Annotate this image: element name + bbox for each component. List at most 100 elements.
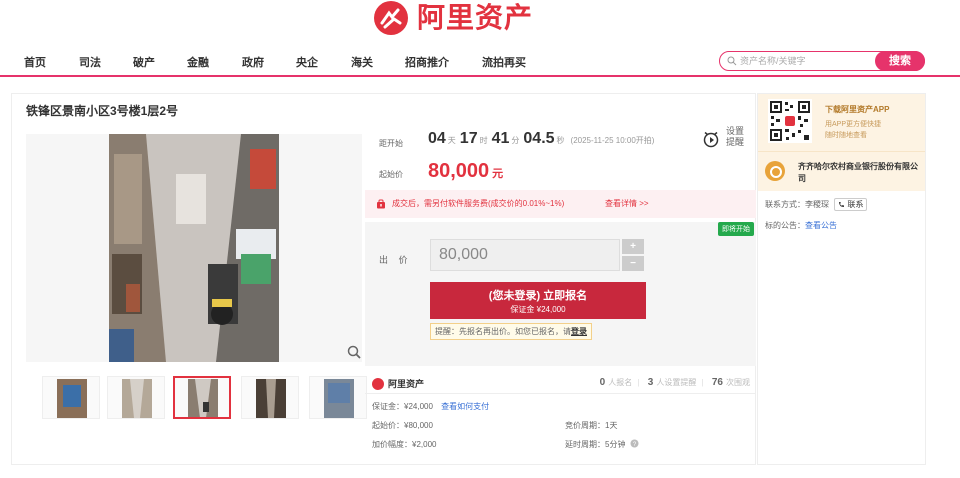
detail-bid-cycle: 竞价周期：1天 <box>565 421 618 430</box>
thumbnail[interactable] <box>107 376 165 419</box>
status-badge: 即将开始 <box>718 222 754 236</box>
nav-item-bankruptcy[interactable]: 破产 <box>133 54 155 70</box>
nav-item-judicial[interactable]: 司法 <box>79 54 101 70</box>
nav-item-customs[interactable]: 海关 <box>351 54 373 70</box>
nav-item-home[interactable]: 首页 <box>24 54 46 70</box>
signup-deposit-label: 保证金 ¥24,000 <box>510 305 566 314</box>
thumbnail[interactable] <box>42 376 100 419</box>
start-time-note: (2025-11-25 10:00开拍) <box>570 136 655 145</box>
brand-name: 阿里资产 <box>417 2 534 33</box>
app-download-promo[interactable]: 下载阿里资产APP 用APP更方便快捷 随时随地查看 <box>758 94 925 151</box>
stats: 0 人报名 | 3 人设置提醒 | 76 次围观 <box>599 377 750 388</box>
bid-amount-input[interactable] <box>430 239 620 271</box>
bid-stepper: + − <box>622 239 644 271</box>
start-price-label: 起始价 <box>379 170 403 179</box>
seller-name: 齐齐哈尔农村商业银行股份有限公司 <box>798 162 918 183</box>
search-input[interactable] <box>740 54 870 68</box>
announcement-label: 标的公告： <box>765 221 805 230</box>
bid-label: 出 价 <box>379 255 412 265</box>
ali-asset-logo-icon <box>374 1 408 35</box>
ali-asset-logo-icon <box>372 377 384 390</box>
view-count-label: 次围观 <box>726 378 750 387</box>
mini-brand: 阿里资产 <box>372 377 424 390</box>
signup-count: 0 <box>599 377 606 388</box>
detail-deposit: 保证金：¥24,000 查看如何支付 <box>372 401 489 412</box>
reminder-count: 3 <box>647 377 654 388</box>
start-price-value: 80,000 <box>428 160 490 182</box>
fee-notice-link[interactable]: 查看详情 >> <box>605 198 649 209</box>
contact-row: 联系方式：李稷琛 联系 <box>765 198 868 211</box>
seller-sidebar: 下载阿里资产APP 用APP更方便快捷 随时随地查看 齐齐哈尔农村商业银行股份有… <box>757 93 926 465</box>
thumbnail[interactable] <box>309 376 367 419</box>
zoom-icon[interactable] <box>347 345 361 359</box>
search-button[interactable]: 搜索 <box>875 51 925 71</box>
qr-code-icon <box>768 99 812 143</box>
detail-extend-cycle-text: 延时周期：5分钟 <box>565 440 626 449</box>
search-icon <box>727 56 737 66</box>
app-promo-line: 随时随地查看 <box>825 132 867 139</box>
alarm-clock-icon <box>703 131 719 148</box>
corridor-photo <box>26 134 362 362</box>
bid-area: 即将开始 出 价 + − (您未登录) 立即报名 保证金 ¥24,000 提醒：… <box>365 222 756 366</box>
set-reminder[interactable]: 设置提醒 <box>702 126 752 156</box>
auction-info: 距开始 04 天 17 时 41 分 04.5 秒 (2025-11-25 10… <box>365 112 756 449</box>
countdown-seconds-unit: 秒 <box>556 136 565 145</box>
listing-card: 铁锋区景南小区3号楼1层2号 距开始 04 天 17 时 41 分 04.5 秒… <box>11 93 756 465</box>
reminder-count-label: 人设置提醒 <box>656 378 697 387</box>
app-promo-subtitle: 用APP更方便快捷 随时随地查看 <box>825 119 881 141</box>
countdown: 04 天 17 时 41 分 04.5 秒 (2025-11-25 10:00开… <box>428 130 654 148</box>
view-announcement-link[interactable]: 查看公告 <box>805 221 837 230</box>
detail-increment: 加价幅度：¥2,000 <box>372 440 437 449</box>
contact-button[interactable]: 联系 <box>834 198 868 211</box>
countdown-hours-unit: 时 <box>479 136 488 145</box>
contact-label: 联系方式：李稷琛 <box>765 200 829 209</box>
start-price: 80,000 元 <box>428 160 503 183</box>
bid-increase-button[interactable]: + <box>622 239 644 254</box>
how-to-pay-link[interactable]: 查看如何支付 <box>441 402 489 411</box>
listing-title: 铁锋区景南小区3号楼1层2号 <box>26 104 179 118</box>
countdown-minutes: 41 <box>491 130 510 147</box>
view-count: 76 <box>711 377 723 388</box>
contact-button-label: 联系 <box>847 200 864 209</box>
set-reminder-label: 设置提醒 <box>726 126 745 147</box>
login-tip-text: 提醒：先报名再出价。如您已报名，请 <box>435 327 571 336</box>
signup-count-label: 人报名 <box>608 378 633 387</box>
fee-notice-text: 成交后，需另付软件服务费(成交价的0.01%~1%) <box>392 199 565 208</box>
countdown-seconds: 04.5 <box>523 130 555 147</box>
login-tip: 提醒：先报名再出价。如您已报名，请登录 <box>430 323 592 340</box>
announcement-row: 标的公告：查看公告 <box>765 220 837 231</box>
login-link[interactable]: 登录 <box>571 327 587 336</box>
nav-item-government[interactable]: 政府 <box>242 54 264 70</box>
mini-brand-name: 阿里资产 <box>388 379 425 389</box>
phone-icon <box>839 202 845 207</box>
detail-deposit-text: 保证金：¥24,000 <box>372 402 433 411</box>
app-promo-title: 下载阿里资产APP <box>825 105 890 114</box>
nav-item-relist[interactable]: 流拍再买 <box>482 54 526 70</box>
bid-decrease-button[interactable]: − <box>622 256 644 271</box>
fee-notice-bar: 成交后，需另付软件服务费(成交价的0.01%~1%) 查看详情 >> <box>365 190 756 218</box>
notice-bag-icon <box>377 199 385 209</box>
start-price-unit: 元 <box>492 168 504 180</box>
countdown-days: 04 <box>428 130 446 147</box>
main-photo[interactable] <box>26 134 362 362</box>
bank-logo-icon <box>765 161 785 181</box>
countdown-minutes-unit: 分 <box>511 136 520 145</box>
nav-item-finance[interactable]: 金融 <box>187 54 209 70</box>
seller-info[interactable]: 齐齐哈尔农村商业银行股份有限公司 <box>758 151 925 191</box>
stats-bar: 阿里资产 0 人报名 | 3 人设置提醒 | 76 次围观 <box>365 372 756 394</box>
nav-item-central-enterprise[interactable]: 央企 <box>296 54 318 70</box>
signup-button-label: (您未登录) 立即报名 <box>488 290 588 302</box>
countdown-days-unit: 天 <box>447 136 456 145</box>
nav-item-investment[interactable]: 招商推介 <box>405 54 449 70</box>
thumbnail[interactable] <box>241 376 299 419</box>
detail-start-price: 起始价：¥80,000 <box>372 421 433 430</box>
thumbnail-strip <box>26 376 367 421</box>
app-promo-line: 用APP更方便快捷 <box>825 121 882 128</box>
thumbnail-active[interactable] <box>173 376 231 419</box>
countdown-hours: 17 <box>459 130 478 147</box>
help-icon[interactable]: ? <box>630 439 639 448</box>
search-box: 搜索 <box>719 51 925 71</box>
main-nav: 首页 司法 破产 金融 政府 央企 海关 招商推介 流拍再买 搜索 <box>0 44 960 77</box>
signup-button[interactable]: (您未登录) 立即报名 保证金 ¥24,000 <box>430 282 646 319</box>
brand-logo[interactable]: 阿里资产 <box>374 0 533 36</box>
